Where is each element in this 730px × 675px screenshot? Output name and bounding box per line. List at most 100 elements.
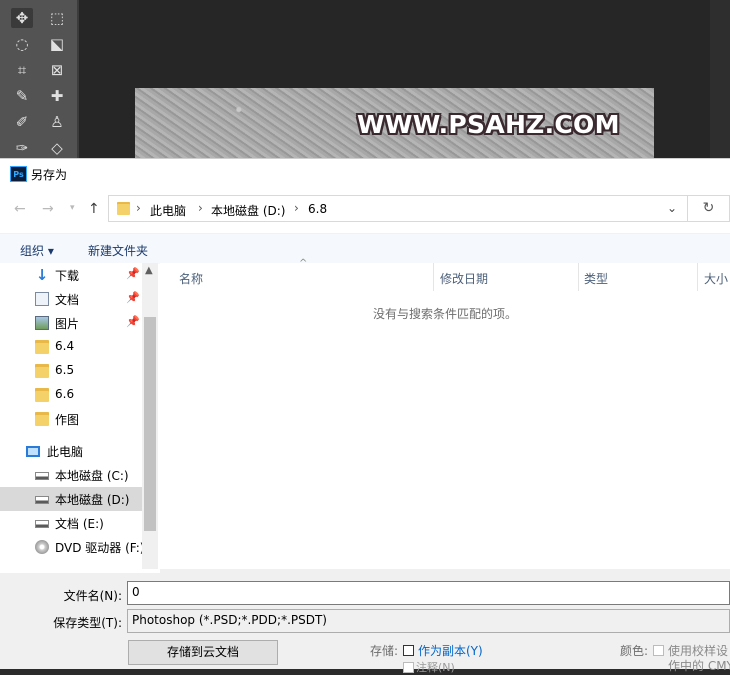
breadcrumb-folder-6-8[interactable]: 6.8 bbox=[308, 202, 327, 216]
computer-icon bbox=[26, 446, 40, 457]
drive-icon bbox=[35, 520, 49, 528]
breadcrumb-this-pc[interactable]: 此电脑 bbox=[150, 202, 186, 219]
object-select-tool-icon[interactable]: ⬕ bbox=[46, 34, 68, 54]
documents-icon bbox=[35, 292, 49, 306]
column-header-modified[interactable]: 修改日期 bbox=[434, 263, 578, 291]
nav-item-drive-c[interactable]: 本地磁盘 (C:) bbox=[0, 463, 142, 487]
filename-label: 文件名(N): bbox=[63, 589, 122, 603]
refresh-icon[interactable]: ↻ bbox=[688, 195, 730, 222]
breadcrumb-separator-icon[interactable]: › bbox=[198, 201, 203, 215]
folder-icon bbox=[35, 340, 49, 354]
column-header-label: 类型 bbox=[584, 272, 609, 286]
scroll-up-arrow-icon[interactable]: ▲ bbox=[145, 265, 153, 276]
nav-item-label: 本地磁盘 (C:) bbox=[55, 469, 129, 483]
nav-item-label: 此电脑 bbox=[47, 445, 84, 459]
filetype-select[interactable]: Photoshop (*.PSD;*.PDD;*.PSDT) bbox=[127, 609, 730, 633]
breadcrumb-separator-icon[interactable]: › bbox=[294, 201, 299, 215]
color-label: 颜色: bbox=[620, 644, 649, 658]
save-options-label: 存储: bbox=[370, 644, 399, 658]
nav-item-downloads[interactable]: ↓ 下载 📌 bbox=[0, 263, 142, 287]
nav-item-label: 文档 (E:) bbox=[55, 517, 104, 531]
nav-item-folder-6-5[interactable]: 6.5 bbox=[0, 359, 142, 383]
address-bar[interactable]: › 此电脑 › 本地磁盘 (D:) › 6.8 ⌄ bbox=[108, 195, 688, 222]
breadcrumb-drive-d[interactable]: 本地磁盘 (D:) bbox=[211, 202, 285, 219]
dvd-drive-icon bbox=[35, 540, 49, 554]
nav-item-label: 下载 bbox=[55, 269, 80, 283]
nav-item-documents[interactable]: 文档 📌 bbox=[0, 287, 142, 311]
new-folder-button[interactable]: 新建文件夹 bbox=[88, 242, 148, 259]
watermark-text: WWW.PSAHZ.COM bbox=[357, 110, 620, 139]
nav-item-label: 6.6 bbox=[55, 387, 75, 401]
nav-item-label: 文档 bbox=[55, 293, 80, 307]
download-icon: ↓ bbox=[35, 266, 49, 284]
recent-locations-chevron-icon[interactable]: ▾ bbox=[70, 203, 75, 213]
column-header-type[interactable]: 类型 bbox=[579, 263, 697, 291]
scrollbar-thumb[interactable] bbox=[144, 317, 156, 531]
photoshop-app-icon: Ps bbox=[10, 166, 27, 182]
marquee-tool-icon[interactable]: ⬚ bbox=[46, 8, 68, 28]
forward-arrow-icon[interactable]: → bbox=[42, 201, 54, 217]
filetype-label: 保存类型(T): bbox=[53, 616, 122, 630]
pictures-icon bbox=[35, 316, 49, 330]
use-proof-setup-checkbox[interactable] bbox=[653, 645, 664, 656]
as-copy-label[interactable]: 作为副本(Y) bbox=[418, 642, 483, 659]
nav-item-label: 6.4 bbox=[55, 339, 75, 353]
nav-item-pictures[interactable]: 图片 📌 bbox=[0, 311, 142, 335]
move-tool-icon[interactable]: ✥ bbox=[11, 8, 33, 28]
lasso-tool-icon[interactable]: ◌ bbox=[11, 34, 33, 54]
nav-item-label: 作图 bbox=[55, 413, 80, 427]
save-as-dialog: Ps 另存为 ← → ▾ ↑ › 此电脑 › 本地磁盘 (D:) › 6.8 ⌄… bbox=[0, 158, 730, 674]
dialog-title: 另存为 bbox=[31, 168, 68, 182]
navigation-scrollbar[interactable]: ▲ bbox=[142, 263, 158, 569]
nav-item-folder-drawing[interactable]: 作图 bbox=[0, 407, 142, 431]
address-dropdown-chevron-icon[interactable]: ⌄ bbox=[667, 201, 677, 215]
pin-icon: 📌 bbox=[126, 315, 140, 328]
back-arrow-icon[interactable]: ← bbox=[14, 201, 26, 217]
save-to-cloud-button[interactable]: 存储到云文档 bbox=[128, 640, 278, 665]
breadcrumb-separator-icon[interactable]: › bbox=[136, 201, 141, 215]
column-header-name[interactable]: 名称 bbox=[160, 263, 433, 291]
organize-button[interactable]: 组织 ▾ bbox=[20, 242, 54, 259]
nav-item-folder-6-6[interactable]: 6.6 bbox=[0, 383, 142, 407]
nav-item-this-pc[interactable]: 此电脑 bbox=[0, 439, 142, 463]
column-header-label: 名称 bbox=[179, 272, 204, 286]
save-options-panel: 文件名(N): 0 保存类型(T): Photoshop (*.PSD;*.PD… bbox=[0, 573, 730, 674]
pin-icon: 📌 bbox=[126, 291, 140, 304]
nav-item-label: DVD 驱动器 (F:) bbox=[55, 541, 145, 555]
stamp-tool-icon[interactable]: ♙ bbox=[46, 112, 68, 132]
panel-strip bbox=[710, 0, 730, 160]
nav-item-drive-d[interactable]: 本地磁盘 (D:) bbox=[0, 487, 142, 511]
up-arrow-icon[interactable]: ↑ bbox=[88, 201, 100, 217]
empty-folder-message: 没有与搜索条件匹配的项。 bbox=[372, 307, 517, 321]
navigation-bar: ← → ▾ ↑ › 此电脑 › 本地磁盘 (D:) › 6.8 ⌄ ↻ bbox=[0, 189, 730, 229]
history-brush-tool-icon[interactable]: ✑ bbox=[11, 138, 33, 158]
folder-icon bbox=[35, 412, 49, 426]
nav-item-label: 本地磁盘 (D:) bbox=[55, 493, 130, 507]
navigation-pane: ↓ 下载 📌 文档 📌 图片 📌 6.4 6.5 6.6 作图 此电脑 本地磁盘… bbox=[0, 263, 158, 569]
column-header-size[interactable]: 大小 bbox=[698, 263, 730, 291]
healing-brush-tool-icon[interactable]: ✚ bbox=[46, 86, 68, 106]
command-bar: 组织 ▾ 新建文件夹 bbox=[0, 233, 730, 264]
eyedropper-tool-icon[interactable]: ✎ bbox=[11, 86, 33, 106]
photoshop-toolbar: ✥ ⬚ ◌ ⬕ ⌗ ⊠ ✎ ✚ ✐ ♙ ✑ ◇ bbox=[0, 0, 77, 160]
crop-tool-icon[interactable]: ⌗ bbox=[11, 60, 33, 80]
brush-tool-icon[interactable]: ✐ bbox=[11, 112, 33, 132]
as-copy-checkbox[interactable] bbox=[403, 645, 414, 656]
nav-item-label: 图片 bbox=[55, 317, 80, 331]
nav-item-drive-e[interactable]: 文档 (E:) bbox=[0, 511, 142, 535]
folder-icon bbox=[117, 202, 130, 215]
nav-item-label: 6.5 bbox=[55, 363, 75, 377]
file-list: ^ 名称 修改日期 类型 大小 没有与搜索条件匹配的项。 bbox=[160, 258, 730, 569]
dialog-titlebar: Ps 另存为 bbox=[0, 159, 730, 189]
column-header-label: 大小 bbox=[704, 272, 729, 286]
folder-icon bbox=[35, 388, 49, 402]
drive-icon bbox=[35, 472, 49, 480]
frame-tool-icon[interactable]: ⊠ bbox=[46, 60, 68, 80]
proof-setup-cmyk-label: 作中的 CMY bbox=[668, 659, 730, 673]
nav-item-dvd-f[interactable]: DVD 驱动器 (F:) bbox=[0, 535, 145, 559]
filename-input[interactable]: 0 bbox=[127, 581, 730, 605]
pin-icon: 📌 bbox=[126, 267, 140, 280]
folder-icon bbox=[35, 364, 49, 378]
nav-item-folder-6-4[interactable]: 6.4 bbox=[0, 335, 142, 359]
eraser-tool-icon[interactable]: ◇ bbox=[46, 138, 68, 158]
